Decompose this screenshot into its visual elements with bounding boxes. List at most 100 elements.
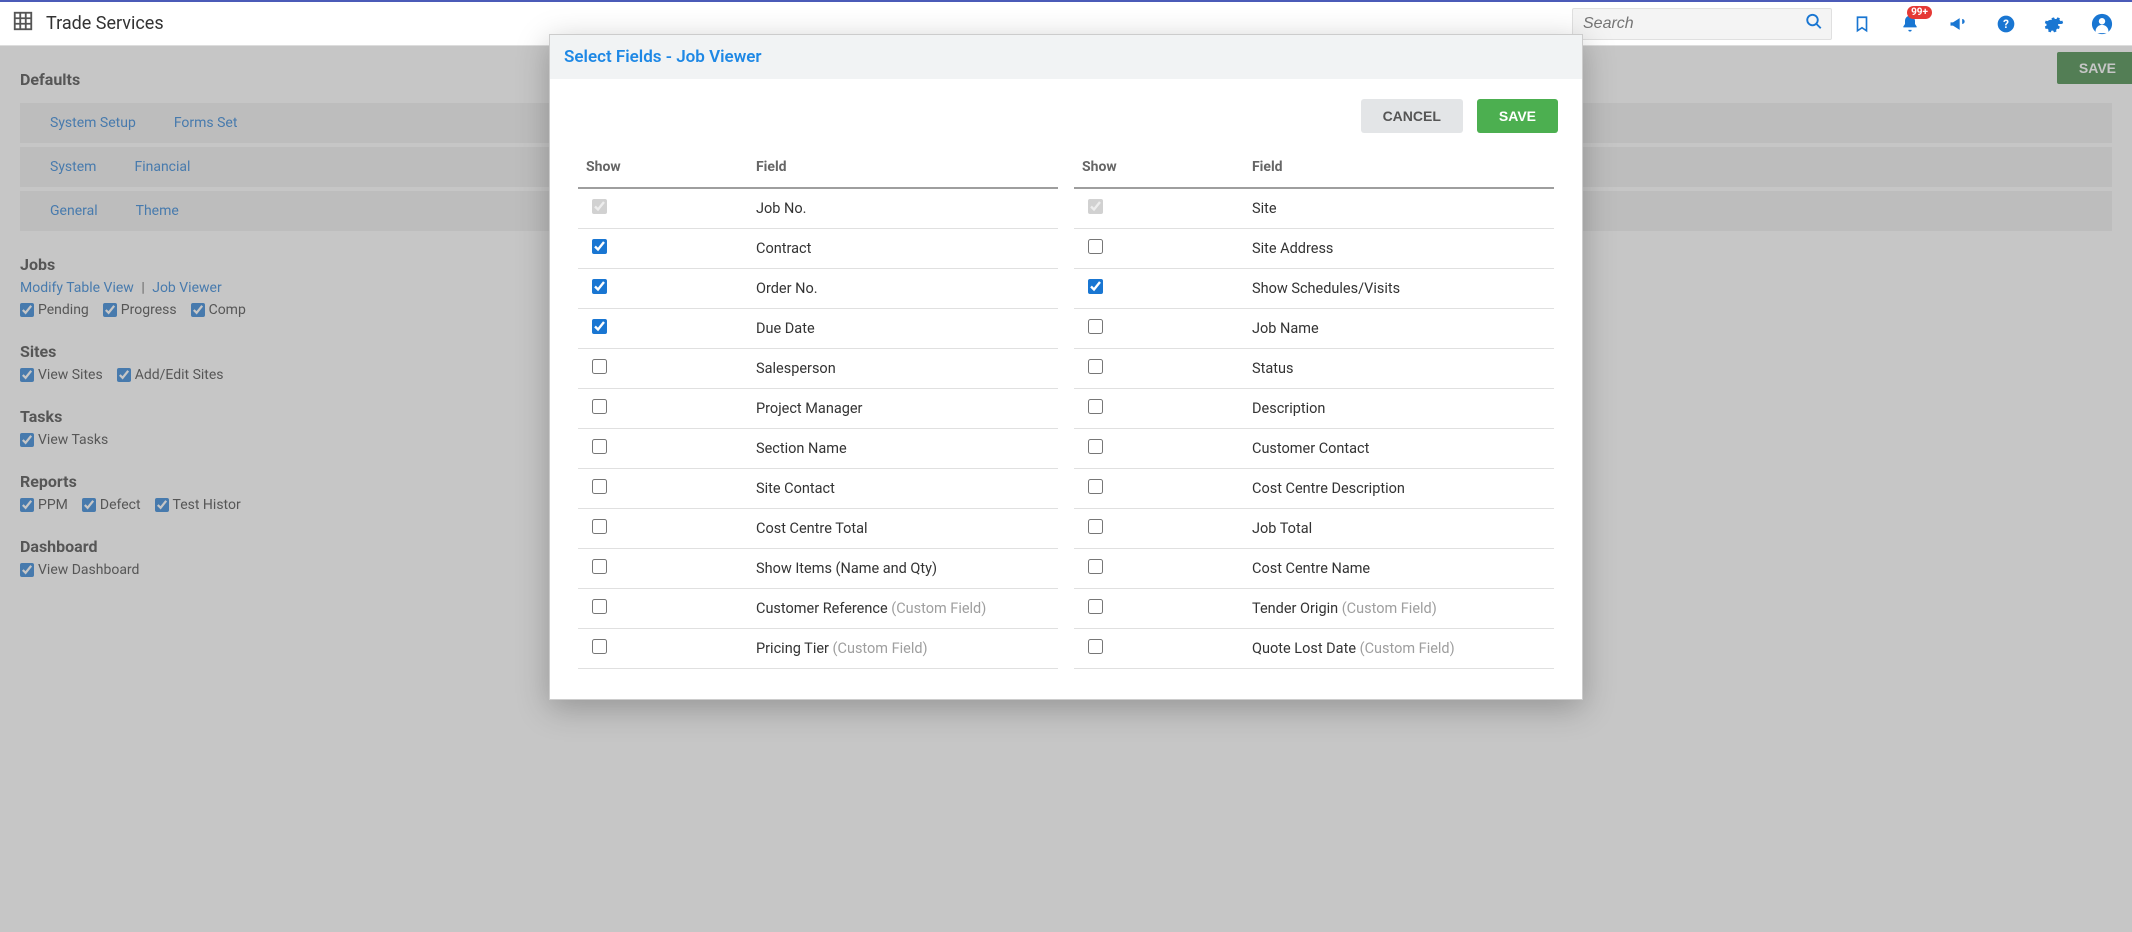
field-show-checkbox[interactable] (1088, 639, 1103, 654)
field-show-checkbox[interactable] (592, 599, 607, 614)
field-label: Show Items (Name and Qty) (748, 549, 1058, 589)
field-label: Customer Contact (1244, 429, 1554, 469)
field-show-checkbox[interactable] (1088, 279, 1103, 294)
modal-title: Select Fields - Job Viewer (564, 47, 1568, 67)
field-label: Site Address (1244, 229, 1554, 269)
field-label: Section Name (748, 429, 1058, 469)
cancel-button[interactable]: CANCEL (1361, 99, 1463, 133)
field-show-checkbox[interactable] (1088, 439, 1103, 454)
app-title: Trade Services (46, 13, 164, 34)
field-show-checkbox[interactable] (1088, 399, 1103, 414)
custom-field-suffix: (Custom Field) (1356, 640, 1455, 657)
field-row: Description (1074, 389, 1554, 429)
fields-table-left: Show Field Job No.ContractOrder No.Due D… (578, 149, 1058, 669)
field-row: Job Total (1074, 509, 1554, 549)
th-show: Show (1074, 149, 1244, 188)
field-row: Job No. (578, 188, 1058, 229)
field-show-checkbox[interactable] (1088, 239, 1103, 254)
field-label: Site (1244, 188, 1554, 229)
field-label: Project Manager (748, 389, 1058, 429)
search-icon[interactable] (1805, 12, 1823, 35)
field-show-checkbox[interactable] (592, 639, 607, 654)
field-row: Contract (578, 229, 1058, 269)
field-show-checkbox[interactable] (1088, 319, 1103, 334)
field-show-checkbox[interactable] (592, 439, 607, 454)
field-row: Salesperson (578, 349, 1058, 389)
custom-field-suffix: (Custom Field) (829, 640, 928, 657)
modal-header: Select Fields - Job Viewer (550, 35, 1582, 79)
field-show-checkbox[interactable] (592, 399, 607, 414)
field-row: Cost Centre Name (1074, 549, 1554, 589)
save-button[interactable]: SAVE (1477, 99, 1558, 133)
field-show-checkbox[interactable] (592, 319, 607, 334)
field-show-checkbox (1088, 199, 1103, 214)
field-show-checkbox[interactable] (592, 279, 607, 294)
field-label: Due Date (748, 309, 1058, 349)
field-row: Project Manager (578, 389, 1058, 429)
notif-badge: 99+ (1907, 6, 1932, 19)
search-input[interactable] (1583, 9, 1795, 39)
field-label: Job Name (1244, 309, 1554, 349)
field-row: Cost Centre Total (578, 509, 1058, 549)
field-label: Cost Centre Name (1244, 549, 1554, 589)
field-row: Tender Origin (Custom Field) (1074, 589, 1554, 629)
svg-text:?: ? (2003, 17, 2009, 31)
field-row: Due Date (578, 309, 1058, 349)
field-label: Salesperson (748, 349, 1058, 389)
search-box[interactable] (1572, 8, 1832, 40)
field-show-checkbox (592, 199, 607, 214)
field-show-checkbox[interactable] (592, 559, 607, 574)
th-field: Field (748, 149, 1058, 188)
field-label: Quote Lost Date (Custom Field) (1244, 629, 1554, 669)
field-row: Pricing Tier (Custom Field) (578, 629, 1058, 669)
field-label: Status (1244, 349, 1554, 389)
user-icon[interactable] (2084, 6, 2120, 42)
field-label: Cost Centre Total (748, 509, 1058, 549)
field-show-checkbox[interactable] (592, 359, 607, 374)
field-row: Quote Lost Date (Custom Field) (1074, 629, 1554, 669)
field-show-checkbox[interactable] (592, 519, 607, 534)
field-row: Customer Reference (Custom Field) (578, 589, 1058, 629)
field-row: Site Address (1074, 229, 1554, 269)
th-field: Field (1244, 149, 1554, 188)
gear-icon[interactable] (2036, 6, 2072, 42)
app-grid-icon (12, 10, 34, 38)
field-show-checkbox[interactable] (1088, 359, 1103, 374)
th-show: Show (578, 149, 748, 188)
field-row: Section Name (578, 429, 1058, 469)
bookmark-icon[interactable] (1844, 6, 1880, 42)
field-show-checkbox[interactable] (1088, 599, 1103, 614)
field-label: Pricing Tier (Custom Field) (748, 629, 1058, 669)
field-row: Order No. (578, 269, 1058, 309)
field-row: Site (1074, 188, 1554, 229)
field-label: Tender Origin (Custom Field) (1244, 589, 1554, 629)
select-fields-modal: Select Fields - Job Viewer CANCEL SAVE S… (549, 34, 1583, 700)
megaphone-icon[interactable] (1940, 6, 1976, 42)
field-row: Show Items (Name and Qty) (578, 549, 1058, 589)
custom-field-suffix: (Custom Field) (1338, 600, 1437, 617)
field-label: Customer Reference (Custom Field) (748, 589, 1058, 629)
field-label: Show Schedules/Visits (1244, 269, 1554, 309)
fields-table-right: Show Field SiteSite AddressShow Schedule… (1074, 149, 1554, 669)
field-row: Cost Centre Description (1074, 469, 1554, 509)
field-label: Description (1244, 389, 1554, 429)
field-show-checkbox[interactable] (1088, 559, 1103, 574)
field-row: Customer Contact (1074, 429, 1554, 469)
field-show-checkbox[interactable] (592, 479, 607, 494)
field-show-checkbox[interactable] (592, 239, 607, 254)
field-show-checkbox[interactable] (1088, 479, 1103, 494)
field-label: Job Total (1244, 509, 1554, 549)
field-label: Cost Centre Description (1244, 469, 1554, 509)
field-label: Site Contact (748, 469, 1058, 509)
modal-actions: CANCEL SAVE (550, 79, 1582, 133)
field-label: Contract (748, 229, 1058, 269)
field-show-checkbox[interactable] (1088, 519, 1103, 534)
fields-left-column: Show Field Job No.ContractOrder No.Due D… (578, 149, 1058, 669)
field-row: Job Name (1074, 309, 1554, 349)
bell-icon[interactable]: 99+ (1892, 6, 1928, 42)
field-row: Site Contact (578, 469, 1058, 509)
field-label: Job No. (748, 188, 1058, 229)
modal-body: Show Field Job No.ContractOrder No.Due D… (550, 133, 1582, 699)
custom-field-suffix: (Custom Field) (888, 600, 987, 617)
help-icon[interactable]: ? (1988, 6, 2024, 42)
